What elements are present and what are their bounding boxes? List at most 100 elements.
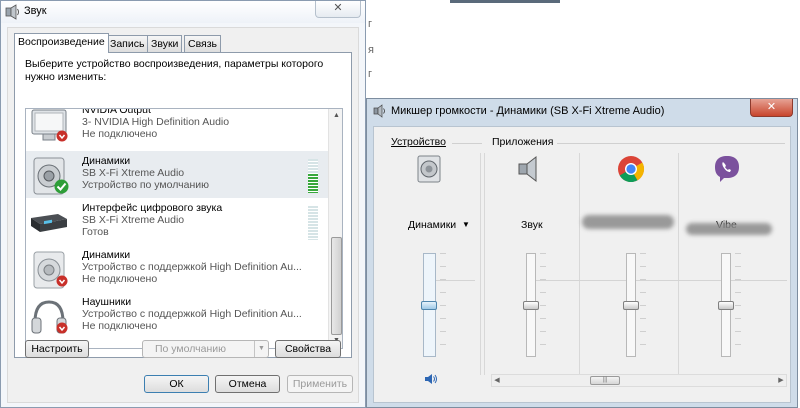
red-down-badge-icon bbox=[56, 322, 68, 334]
sound-dialog-body: Воспроизведение Запись Звуки Связь Выбер… bbox=[7, 27, 359, 403]
section-divider bbox=[452, 143, 482, 144]
slider-ticks bbox=[540, 253, 546, 357]
device-status: Не подключено bbox=[82, 320, 158, 332]
window-title: Звук bbox=[24, 5, 47, 17]
digital-audio-icon bbox=[31, 214, 67, 232]
list-item[interactable]: Динамики SB X-Fi Xtreme Audio Устройство… bbox=[26, 151, 328, 198]
tab-label: Воспроизведение bbox=[18, 36, 105, 48]
device-status: Готов bbox=[82, 226, 109, 238]
volume-slider-thumb[interactable] bbox=[523, 301, 539, 310]
level-meter bbox=[308, 159, 318, 193]
background-fragment: г bbox=[368, 68, 373, 80]
device-description: Устройство с поддержкой High Definition … bbox=[82, 308, 302, 320]
close-button[interactable]: ✕ bbox=[750, 99, 793, 117]
redaction-smudge bbox=[686, 223, 772, 235]
mixer-horizontal-scrollbar[interactable]: ◀ ||| ▶ bbox=[491, 374, 787, 387]
device-section-label: Устройство bbox=[391, 136, 446, 148]
background-fragment: я bbox=[368, 44, 374, 56]
sound-dialog: Звук ✕ Воспроизведение Запись Звуки Связ… bbox=[0, 0, 366, 408]
tab-communications[interactable]: Связь bbox=[184, 35, 222, 53]
red-down-badge-icon bbox=[56, 275, 68, 287]
button-label: Свойства bbox=[284, 343, 332, 355]
tab-playback[interactable]: Воспроизведение bbox=[14, 33, 109, 53]
section-divider bbox=[557, 143, 785, 144]
device-name: Динамики bbox=[82, 249, 131, 261]
device-list[interactable]: NVIDIA Output 3- NVIDIA High Definition … bbox=[25, 108, 343, 349]
tab-label: Звуки bbox=[151, 38, 179, 50]
tab-label: Связь bbox=[188, 38, 218, 50]
green-check-badge-icon bbox=[54, 179, 69, 194]
ok-button[interactable]: ОК bbox=[144, 375, 209, 393]
speaker-icon[interactable] bbox=[414, 154, 444, 184]
scroll-left-icon[interactable]: ◀ bbox=[492, 375, 502, 386]
button-label: По умолчанию bbox=[155, 343, 227, 355]
scrollbar-thumb[interactable] bbox=[331, 237, 342, 335]
close-icon: ✕ bbox=[333, 2, 343, 14]
tab-sounds[interactable]: Звуки bbox=[147, 35, 183, 53]
properties-button[interactable]: Свойства bbox=[275, 340, 341, 358]
chevron-down-icon[interactable]: ▼ bbox=[254, 341, 268, 357]
sound-titlebar[interactable]: Звук ✕ bbox=[1, 1, 365, 23]
volume-slider-thumb[interactable] bbox=[421, 301, 437, 310]
list-item[interactable]: Интерфейс цифрового звука SB X-Fi Xtreme… bbox=[26, 198, 328, 245]
device-status: Устройство по умолчанию bbox=[82, 179, 209, 191]
device-name: Динамики bbox=[82, 155, 131, 167]
slider-ticks bbox=[640, 253, 646, 357]
mute-speaker-icon[interactable] bbox=[424, 373, 438, 385]
speaker-icon bbox=[518, 155, 537, 183]
device-description: Устройство с поддержкой High Definition … bbox=[82, 261, 302, 273]
mixer-body: Устройство Приложения Динамики ▼ Звук ◀ … bbox=[373, 126, 791, 403]
column-separator bbox=[579, 153, 580, 375]
slider-guide bbox=[432, 280, 475, 281]
playback-tab-panel: Выберите устройство воспроизведения, пар… bbox=[14, 52, 352, 358]
volume-slider-thumb[interactable] bbox=[623, 301, 639, 310]
volume-mixer-window: Микшер громкости - Динамики (SB X-Fi Xtr… bbox=[366, 98, 798, 408]
slider-ticks bbox=[440, 253, 446, 357]
configure-button[interactable]: Настроить bbox=[25, 340, 89, 358]
apps-section-label: Приложения bbox=[492, 136, 554, 148]
device-description: SB X-Fi Xtreme Audio bbox=[82, 214, 185, 226]
slider-guide bbox=[534, 280, 787, 281]
window-title: Микшер громкости - Динамики (SB X-Fi Xtr… bbox=[391, 105, 665, 117]
device-description: SB X-Fi Xtreme Audio bbox=[82, 167, 185, 179]
device-name: Интерфейс цифрового звука bbox=[82, 202, 223, 214]
app-channel-label: Звук bbox=[521, 219, 543, 231]
tab-recording[interactable]: Запись bbox=[106, 35, 149, 53]
mixer-app-icon bbox=[373, 104, 385, 118]
device-description: 3- NVIDIA High Definition Audio bbox=[82, 116, 230, 128]
slider-ticks bbox=[735, 253, 741, 357]
list-item[interactable]: Динамики Устройство с поддержкой High De… bbox=[26, 245, 328, 292]
button-label: Применить bbox=[292, 378, 348, 390]
mixer-titlebar[interactable]: Микшер громкости - Динамики (SB X-Fi Xtr… bbox=[367, 99, 797, 123]
device-list-scrollbar[interactable]: ▲ ▼ bbox=[328, 109, 342, 348]
scroll-up-icon[interactable]: ▲ bbox=[329, 109, 342, 123]
volume-slider-thumb[interactable] bbox=[718, 301, 734, 310]
apply-button[interactable]: Применить bbox=[287, 375, 353, 393]
scroll-right-icon[interactable]: ▶ bbox=[776, 375, 786, 386]
level-meter-fill bbox=[308, 174, 318, 193]
background-fragment: г bbox=[368, 18, 373, 30]
button-label: ОК bbox=[169, 378, 184, 390]
set-default-dropdown[interactable]: По умолчанию ▼ bbox=[142, 340, 269, 358]
sound-app-icon bbox=[5, 4, 19, 20]
tab-label: Запись bbox=[110, 38, 145, 50]
list-item[interactable]: Наушники Устройство с поддержкой High De… bbox=[26, 292, 328, 339]
chevron-down-icon[interactable]: ▼ bbox=[462, 220, 470, 229]
close-icon: ✕ bbox=[766, 101, 777, 113]
redaction-smudge bbox=[582, 215, 674, 229]
viber-icon bbox=[715, 156, 739, 182]
device-name: NVIDIA Output bbox=[82, 108, 151, 116]
device-status: Не подключено bbox=[82, 128, 158, 140]
scrollbar-thumb[interactable]: ||| bbox=[590, 376, 620, 385]
device-channel-label[interactable]: Динамики bbox=[408, 219, 456, 231]
close-button[interactable]: ✕ bbox=[315, 1, 361, 18]
device-name: Наушники bbox=[82, 296, 132, 308]
button-label: Отмена bbox=[228, 378, 267, 390]
cancel-button[interactable]: Отмена bbox=[215, 375, 280, 393]
device-status: Не подключено bbox=[82, 273, 158, 285]
column-separator bbox=[678, 153, 679, 375]
column-separator bbox=[484, 153, 485, 375]
instruction-text: Выберите устройство воспроизведения, пар… bbox=[25, 58, 324, 83]
list-item[interactable]: NVIDIA Output 3- NVIDIA High Definition … bbox=[26, 108, 328, 147]
level-meter bbox=[308, 206, 318, 240]
